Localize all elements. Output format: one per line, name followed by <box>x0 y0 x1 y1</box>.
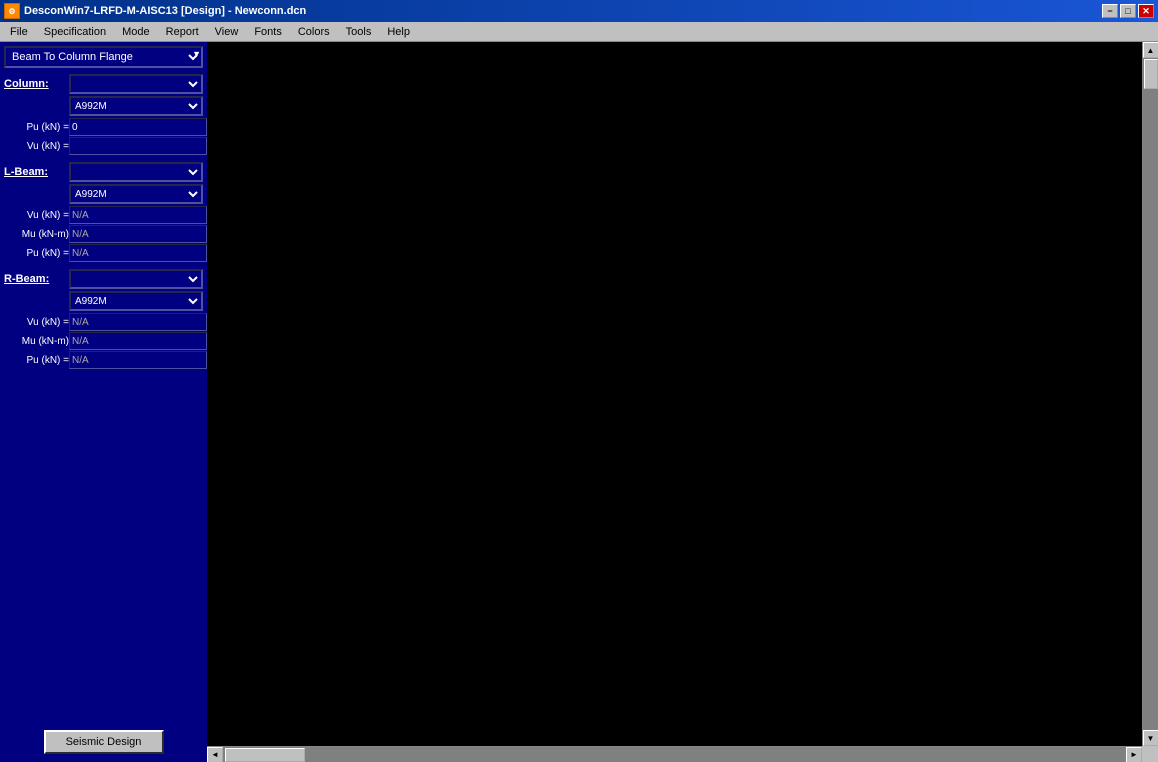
vertical-scrollbar: ▲ ▼ <box>1142 42 1158 746</box>
column-label[interactable]: Column: <box>4 78 69 90</box>
column-grade-row: A992M A36 A572 Gr.50 <box>4 96 203 116</box>
column-member-row: Column: <box>4 74 203 94</box>
lbeam-pu-row: Pu (kN) = <box>4 244 203 262</box>
column-pu-input[interactable] <box>69 118 207 136</box>
lbeam-pu-label: Pu (kN) = <box>4 248 69 259</box>
rbeam-label[interactable]: R-Beam: <box>4 273 69 285</box>
scroll-track-horizontal <box>223 747 1126 762</box>
column-vu-label: Vu (kN) = <box>4 141 69 152</box>
menu-specification[interactable]: Specification <box>36 24 114 40</box>
column-pu-row: Pu (kN) = <box>4 118 203 136</box>
seismic-design-button[interactable]: Seismic Design <box>44 730 164 754</box>
maximize-button[interactable]: □ <box>1120 4 1136 18</box>
scroll-track-vertical <box>1143 58 1158 730</box>
rbeam-pu-input[interactable] <box>69 351 207 369</box>
rbeam-mu-input[interactable] <box>69 332 207 350</box>
menu-report[interactable]: Report <box>158 24 207 40</box>
lbeam-member-row: L-Beam: <box>4 162 203 182</box>
menu-tools[interactable]: Tools <box>338 24 380 40</box>
design-canvas: ▲ ▼ ◄ ► <box>207 42 1158 762</box>
column-section: Column: A992M A36 A572 Gr.50 Pu (kN) = V… <box>4 72 203 156</box>
window-controls: − □ ✕ <box>1102 4 1154 18</box>
rbeam-grade-row: A992M A36 A572 Gr.50 <box>4 291 203 311</box>
connection-type-wrapper: Beam To Column Flange Beam To Column Web… <box>4 46 203 68</box>
lbeam-member-select[interactable] <box>69 162 203 182</box>
menu-fonts[interactable]: Fonts <box>246 24 290 40</box>
lbeam-vu-input[interactable] <box>69 206 207 224</box>
app-icon: ⚙ <box>4 3 20 19</box>
rbeam-member-row: R-Beam: <box>4 269 203 289</box>
rbeam-mu-label: Mu (kN-m) <box>4 336 69 347</box>
scroll-thumb-vertical[interactable] <box>1144 59 1158 89</box>
minimize-button[interactable]: − <box>1102 4 1118 18</box>
menu-mode[interactable]: Mode <box>114 24 158 40</box>
column-vu-input[interactable] <box>69 137 207 155</box>
title-bar: ⚙ DesconWin7-LRFD-M-AISC13 [Design] - Ne… <box>0 0 1158 22</box>
rbeam-member-select[interactable] <box>69 269 203 289</box>
close-button[interactable]: ✕ <box>1138 4 1154 18</box>
scroll-corner <box>1142 746 1158 762</box>
menu-view[interactable]: View <box>207 24 247 40</box>
menu-bar: File Specification Mode Report View Font… <box>0 22 1158 42</box>
rbeam-section: R-Beam: A992M A36 A572 Gr.50 Vu (kN) = M… <box>4 267 203 370</box>
menu-help[interactable]: Help <box>379 24 418 40</box>
scroll-up-button[interactable]: ▲ <box>1143 42 1158 58</box>
rbeam-vu-row: Vu (kN) = <box>4 313 203 331</box>
rbeam-mu-row: Mu (kN-m) <box>4 332 203 350</box>
main-container: Beam To Column Flange Beam To Column Web… <box>0 42 1158 762</box>
connection-type-select[interactable]: Beam To Column Flange Beam To Column Web… <box>4 46 203 68</box>
scroll-left-button[interactable]: ◄ <box>207 747 223 762</box>
lbeam-mu-input[interactable] <box>69 225 207 243</box>
lbeam-label[interactable]: L-Beam: <box>4 166 69 178</box>
scroll-right-button[interactable]: ► <box>1126 747 1142 762</box>
lbeam-grade-select[interactable]: A992M A36 A572 Gr.50 <box>69 184 203 204</box>
rbeam-vu-label: Vu (kN) = <box>4 317 69 328</box>
lbeam-section: L-Beam: A992M A36 A572 Gr.50 Vu (kN) = M… <box>4 160 203 263</box>
scroll-down-button[interactable]: ▼ <box>1143 730 1158 746</box>
horizontal-scrollbar: ◄ ► <box>207 746 1142 762</box>
lbeam-vu-label: Vu (kN) = <box>4 210 69 221</box>
lbeam-vu-row: Vu (kN) = <box>4 206 203 224</box>
column-vu-row: Vu (kN) = <box>4 137 203 155</box>
lbeam-pu-input[interactable] <box>69 244 207 262</box>
column-grade-select[interactable]: A992M A36 A572 Gr.50 <box>69 96 203 116</box>
scroll-thumb-horizontal[interactable] <box>225 748 305 762</box>
lbeam-grade-row: A992M A36 A572 Gr.50 <box>4 184 203 204</box>
left-panel: Beam To Column Flange Beam To Column Web… <box>0 42 207 762</box>
column-pu-label: Pu (kN) = <box>4 122 69 133</box>
rbeam-pu-row: Pu (kN) = <box>4 351 203 369</box>
lbeam-mu-label: Mu (kN-m) <box>4 229 69 240</box>
lbeam-mu-row: Mu (kN-m) <box>4 225 203 243</box>
column-member-select[interactable] <box>69 74 203 94</box>
rbeam-grade-select[interactable]: A992M A36 A572 Gr.50 <box>69 291 203 311</box>
rbeam-pu-label: Pu (kN) = <box>4 355 69 366</box>
menu-file[interactable]: File <box>2 24 36 40</box>
rbeam-vu-input[interactable] <box>69 313 207 331</box>
menu-colors[interactable]: Colors <box>290 24 338 40</box>
window-title: DesconWin7-LRFD-M-AISC13 [Design] - Newc… <box>24 5 306 17</box>
